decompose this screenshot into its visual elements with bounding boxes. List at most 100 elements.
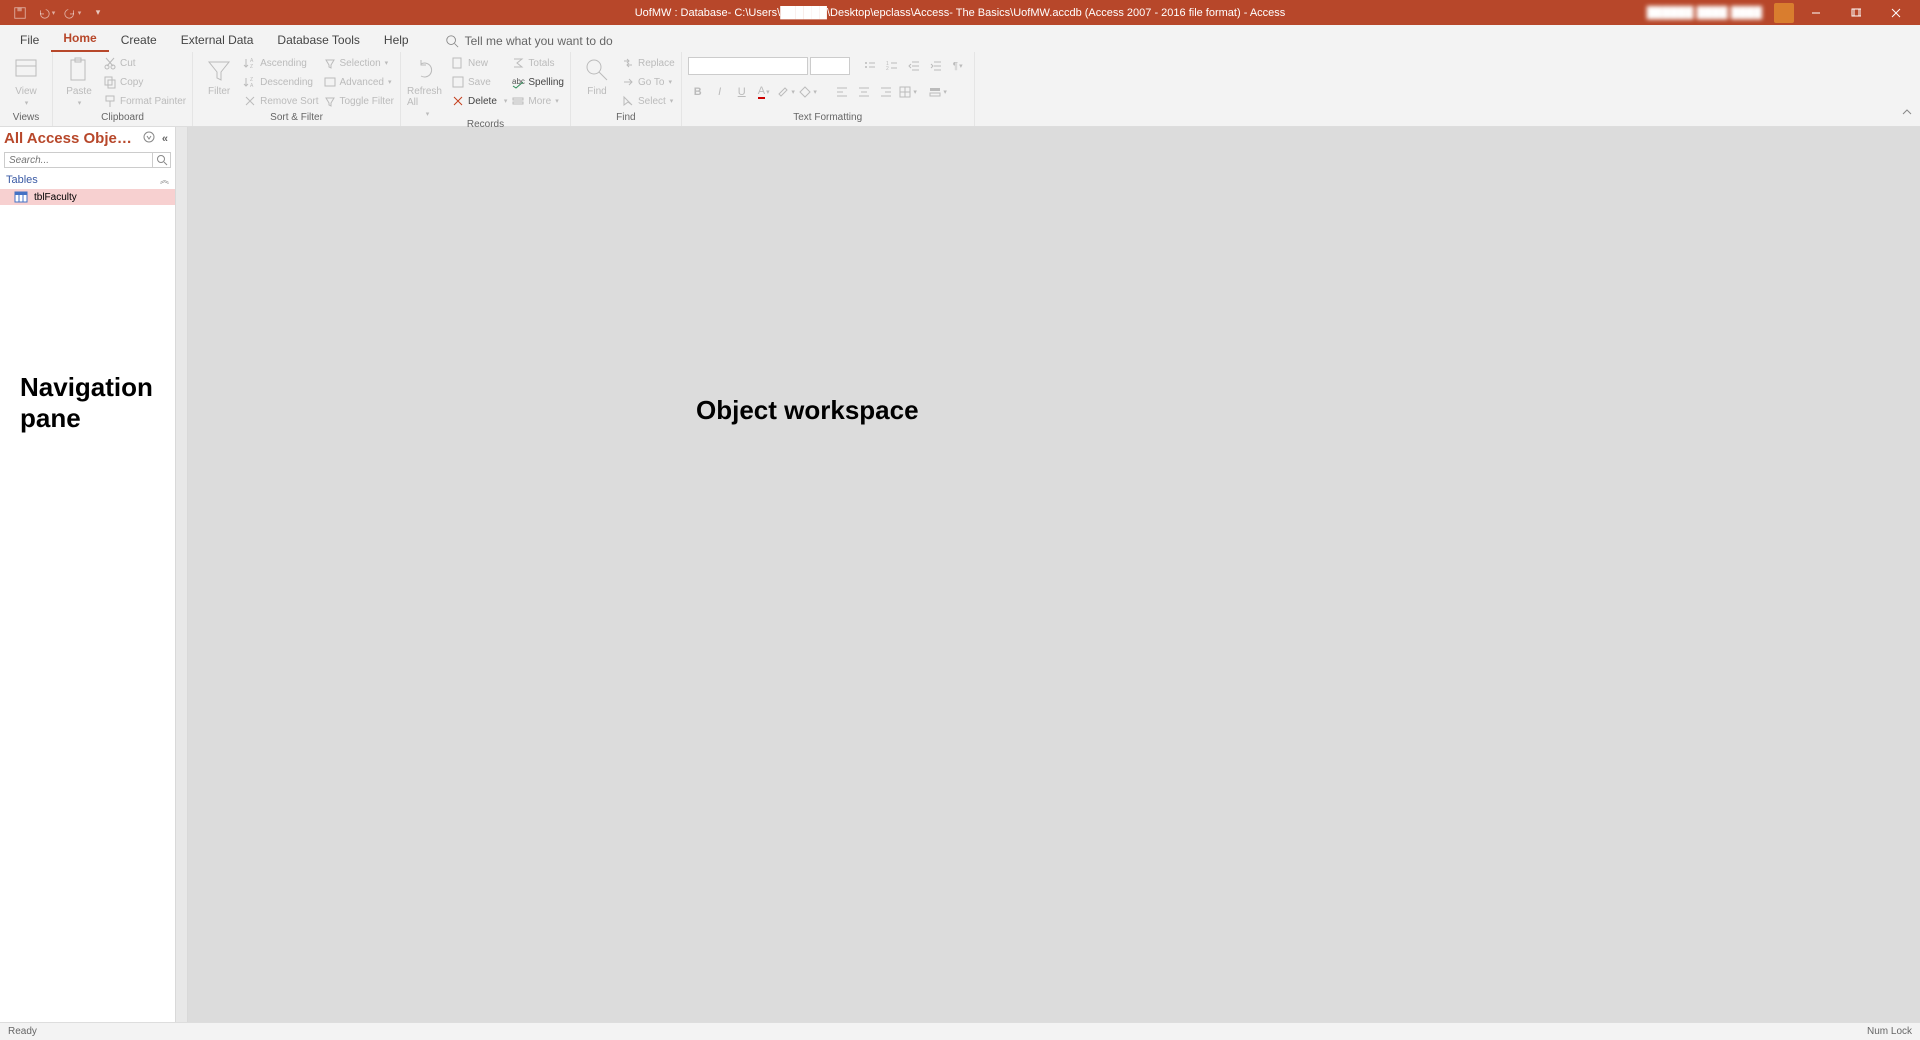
ascending-button[interactable]: AZAscending: [243, 54, 318, 72]
nav-pane-collapse-button[interactable]: «: [159, 133, 171, 145]
view-button[interactable]: View ▾: [6, 54, 46, 107]
align-center-button[interactable]: [854, 82, 874, 102]
align-right-button[interactable]: [876, 82, 896, 102]
filter-button[interactable]: Filter: [199, 54, 239, 97]
tab-file[interactable]: File: [8, 27, 51, 52]
save-icon[interactable]: [10, 3, 30, 23]
user-name[interactable]: ██████ ████ ████: [1639, 7, 1770, 19]
gridlines-button[interactable]: ▾: [898, 82, 918, 102]
save-rec-icon: [451, 75, 465, 89]
replace-button[interactable]: Replace: [621, 54, 675, 72]
redo-button[interactable]: ▾: [62, 3, 82, 23]
nav-category-label: Tables: [6, 174, 38, 186]
new-button[interactable]: New: [451, 54, 507, 72]
format-painter-button[interactable]: Format Painter: [103, 92, 186, 110]
increase-indent-button[interactable]: [926, 56, 946, 76]
delete-button[interactable]: Delete▾: [451, 92, 507, 110]
alternate-row-color-button[interactable]: ▾: [928, 82, 948, 102]
select-button[interactable]: Select▾: [621, 92, 675, 110]
save-button[interactable]: Save: [451, 73, 507, 91]
goto-button[interactable]: Go To▾: [621, 73, 675, 91]
tell-me-placeholder: Tell me what you want to do: [465, 34, 613, 48]
bullets-button[interactable]: [860, 56, 880, 76]
collapse-ribbon-button[interactable]: [1900, 105, 1914, 124]
status-ready: Ready: [8, 1026, 37, 1037]
highlight-button[interactable]: ▾: [776, 82, 796, 102]
cut-button[interactable]: Cut: [103, 54, 186, 72]
qat-customize-icon[interactable]: ▾: [88, 3, 108, 23]
font-combo[interactable]: [688, 57, 808, 75]
outdent-icon: [907, 59, 921, 73]
numbering-button[interactable]: 12: [882, 56, 902, 76]
advanced-icon: [323, 75, 337, 89]
nav-category-tables[interactable]: Tables ︽: [0, 170, 175, 189]
italic-button[interactable]: I: [710, 82, 730, 102]
group-sortfilter-label: Sort & Filter: [199, 111, 394, 126]
totals-button[interactable]: Totals: [511, 54, 564, 72]
annotation-navigation-pane: Navigation pane: [20, 372, 153, 434]
decrease-indent-button[interactable]: [904, 56, 924, 76]
view-icon: [12, 56, 40, 84]
find-icon: [583, 56, 611, 84]
remove-sort-button[interactable]: Remove Sort: [243, 92, 318, 110]
tab-create[interactable]: Create: [109, 27, 169, 52]
align-left-button[interactable]: [832, 82, 852, 102]
find-button[interactable]: Find: [577, 54, 617, 97]
sort-desc-icon: ZA: [243, 75, 257, 89]
nav-pane-header[interactable]: All Access Obje… «: [0, 127, 175, 150]
refresh-all-button[interactable]: Refresh All ▾: [407, 54, 447, 118]
selection-icon: [323, 56, 337, 70]
selection-button[interactable]: Selection▾: [323, 54, 394, 72]
nav-search-input[interactable]: [4, 152, 153, 168]
delete-icon: [451, 94, 465, 108]
object-workspace: Object workspace: [188, 127, 1920, 1022]
maximize-button[interactable]: [1838, 0, 1874, 25]
remove-sort-icon: [243, 94, 257, 108]
tab-external-data[interactable]: External Data: [169, 27, 266, 52]
text-direction-button[interactable]: ¶▾: [948, 56, 968, 76]
group-views: View ▾ Views: [0, 52, 53, 126]
svg-text:abc: abc: [512, 77, 525, 86]
spelling-icon: abc: [511, 75, 525, 89]
tell-me-search[interactable]: Tell me what you want to do: [441, 30, 617, 52]
minimize-button[interactable]: [1798, 0, 1834, 25]
font-color-button[interactable]: A▾: [754, 82, 774, 102]
nav-search-button[interactable]: [153, 152, 171, 168]
nav-category-dropdown-icon[interactable]: [143, 130, 155, 147]
tab-help[interactable]: Help: [372, 27, 421, 52]
navigation-pane: All Access Obje… « Tables ︽ tblFaculty N…: [0, 127, 176, 1022]
numbering-icon: 12: [885, 59, 899, 73]
svg-text:A: A: [250, 83, 254, 89]
gridlines-icon: [898, 85, 912, 99]
bold-button[interactable]: B: [688, 82, 708, 102]
avatar[interactable]: [1774, 3, 1794, 23]
spelling-button[interactable]: abcSpelling: [511, 73, 564, 91]
nav-item-tblfaculty[interactable]: tblFaculty: [0, 189, 175, 205]
tab-home[interactable]: Home: [51, 25, 108, 52]
fill-color-button[interactable]: ▾: [798, 82, 818, 102]
nav-item-label: tblFaculty: [34, 192, 77, 203]
toggle-filter-button[interactable]: Toggle Filter: [323, 92, 394, 110]
advanced-button[interactable]: Advanced▾: [323, 73, 394, 91]
close-button[interactable]: [1878, 0, 1914, 25]
copy-button[interactable]: Copy: [103, 73, 186, 91]
shutter-bar[interactable]: [176, 127, 188, 1022]
nav-search-row: [0, 150, 175, 170]
sort-asc-icon: AZ: [243, 56, 257, 70]
font-size-combo[interactable]: [810, 57, 850, 75]
quick-access-toolbar: ▾ ▾ ▾: [0, 3, 108, 23]
nav-pane-title: All Access Obje…: [4, 130, 139, 147]
descending-button[interactable]: ZADescending: [243, 73, 318, 91]
main-area: All Access Obje… « Tables ︽ tblFaculty N…: [0, 127, 1920, 1022]
tab-database-tools[interactable]: Database Tools: [265, 27, 372, 52]
indent-icon: [929, 59, 943, 73]
underline-button[interactable]: U: [732, 82, 752, 102]
group-text-formatting: 12 ¶▾ B I U A▾ ▾ ▾ ▾: [682, 52, 975, 126]
more-button[interactable]: More▾: [511, 92, 564, 110]
fill-icon: [798, 85, 812, 99]
group-textfmt-label: Text Formatting: [688, 111, 968, 126]
undo-button[interactable]: ▾: [36, 3, 56, 23]
group-sort-filter: Filter AZAscending ZADescending Remove S…: [193, 52, 401, 126]
paste-button[interactable]: Paste ▾: [59, 54, 99, 107]
table-icon: [14, 191, 28, 203]
